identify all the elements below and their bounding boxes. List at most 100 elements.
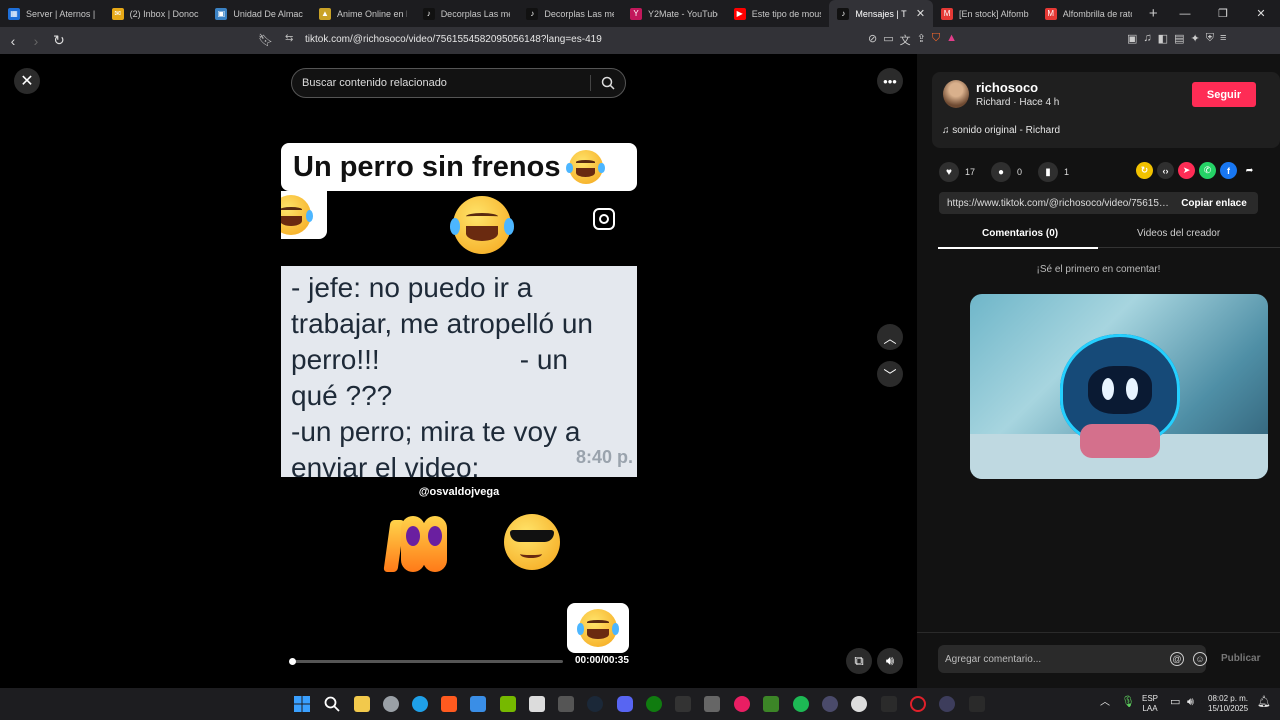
microphone-icon[interactable]: 🎙︎ [1121, 697, 1135, 708]
close-window-button[interactable]: ✕ [1242, 0, 1280, 27]
site-info-icon[interactable]: ⇆ [285, 33, 293, 44]
music-info[interactable]: ♫ sonido original - Richard [942, 125, 1060, 136]
repost-icon[interactable]: ↻ [1136, 162, 1153, 179]
search-icon[interactable] [601, 76, 615, 90]
brave-shield-icon[interactable]: ⛉ [932, 32, 940, 48]
spotify-icon[interactable] [793, 696, 809, 712]
mention-icon[interactable]: @ [1170, 652, 1184, 666]
reader-off-icon[interactable]: ⊘ [868, 32, 877, 48]
speaker-icon[interactable]: 🔊︎ [1187, 697, 1194, 708]
taskbar-search-icon[interactable] [324, 696, 340, 712]
unity-icon[interactable] [704, 696, 720, 712]
copy-link-button[interactable]: Copiar enlace [1170, 192, 1258, 214]
tray-overflow-icon[interactable]: ︿ [1100, 698, 1110, 708]
search-input[interactable]: Buscar contenido relacionado [291, 68, 626, 98]
close-icon[interactable]: ✕ [14, 68, 40, 94]
brave-icon[interactable] [441, 696, 457, 712]
clock[interactable]: 08:02 p. m. 15/10/2025 [1208, 694, 1248, 714]
bookmark-icon[interactable]: 🔖︎ [258, 33, 273, 47]
nvidia-app-icon[interactable] [969, 696, 985, 712]
menu-icon[interactable]: ≡ [1220, 32, 1226, 45]
browser-tab[interactable]: ♪ Decorplas Las mejo [518, 0, 622, 27]
steam-icon[interactable] [587, 696, 603, 712]
url-field[interactable]: tiktok.com/@richosoco/video/756155458209… [305, 34, 602, 45]
maximize-button[interactable]: ❐ [1204, 0, 1242, 27]
progress-handle[interactable] [289, 658, 296, 665]
follow-button[interactable]: Seguir [1192, 82, 1256, 107]
wallet-icon[interactable]: ▤ [1174, 32, 1184, 45]
details-panel: richosoco Richard · Hace 4 h Seguir ♫ so… [917, 54, 1280, 688]
browser-tab[interactable]: ♪ Decorplas Las mejo [415, 0, 519, 27]
bookmark-save-icon[interactable]: ▮ [1038, 162, 1059, 182]
notifications-icon[interactable]: 🔔︎ [1257, 697, 1271, 708]
more-options-icon[interactable]: ••• [877, 68, 903, 94]
video-link-text[interactable]: https://www.tiktok.com/@richosoco/video/… [947, 198, 1169, 209]
media-player-icon[interactable] [734, 696, 750, 712]
browser-tab[interactable]: ▣ Unidad De Almacena [207, 0, 311, 27]
whatsapp-icon[interactable]: ✆ [1199, 162, 1216, 179]
minecraft-icon[interactable] [763, 696, 779, 712]
publish-button[interactable]: Publicar [1221, 653, 1260, 664]
share-page-icon[interactable]: ⇪ [917, 32, 926, 48]
picture-in-picture-icon[interactable]: ⧉ [846, 648, 872, 674]
rewards-icon[interactable]: ▲ [946, 32, 957, 48]
window-controls: — ❐ ✕ [1166, 0, 1280, 27]
file-explorer-icon[interactable] [354, 696, 370, 712]
video-player[interactable]: Un perro sin frenos - jefe: no puedo ir … [281, 54, 637, 688]
edge-icon[interactable] [412, 696, 428, 712]
cast-icon[interactable]: ▭ [883, 32, 893, 48]
browser-tab[interactable]: ✉ (2) Inbox | Donoclip [104, 0, 208, 27]
previous-video-icon[interactable]: ︿ [877, 324, 903, 350]
browser-tab[interactable]: ▦ Server | Aternos | Fr [0, 0, 104, 27]
forward-icon[interactable]: › [26, 31, 46, 51]
music-icon[interactable]: ♫ [1143, 32, 1151, 45]
tiktok-app-icon[interactable] [675, 696, 691, 712]
avatar[interactable] [943, 80, 969, 108]
obs-icon[interactable] [851, 696, 867, 712]
browser-tab[interactable]: ▶ Este tipo de mouse [726, 0, 830, 27]
vpn-icon[interactable]: ⛨ [1206, 32, 1214, 45]
comment-input[interactable]: Agregar comentario... @ ☺ [938, 645, 1207, 673]
new-tab-button[interactable]: + [1140, 5, 1166, 22]
tab-close-icon[interactable]: ✕ [916, 7, 925, 20]
reload-icon[interactable]: ↻ [49, 31, 69, 51]
sidebar-icon[interactable]: ◧ [1158, 32, 1168, 45]
embed-icon[interactable]: ‹› [1157, 162, 1174, 179]
video-progress-bar[interactable] [289, 658, 563, 665]
volume-icon[interactable]: 🔊︎ [877, 648, 903, 674]
store-icon[interactable] [529, 696, 545, 712]
facebook-icon[interactable]: f [1220, 162, 1237, 179]
browser-tab[interactable]: M [En stock] Alfombr [933, 0, 1037, 27]
like-heart-icon[interactable]: ♥ [939, 162, 959, 182]
media-icon[interactable]: ▣ [1127, 32, 1137, 45]
send-icon[interactable]: ➤ [1178, 162, 1195, 179]
windows-start-icon[interactable] [294, 696, 310, 712]
share-icon[interactable]: ➦ [1241, 162, 1258, 179]
settings-app-icon[interactable] [383, 696, 399, 712]
epic-games-icon[interactable] [558, 696, 574, 712]
nvidia-icon[interactable] [500, 696, 516, 712]
creator-username[interactable]: richosoco [976, 80, 1038, 95]
translate-icon[interactable]: 文 [900, 32, 911, 48]
browser-tab[interactable]: ▲ Anime Online en HD [311, 0, 415, 27]
tab-comments[interactable]: Comentarios (0) [982, 228, 1058, 239]
leo-icon[interactable]: ✦ [1190, 32, 1199, 45]
browser-tab[interactable]: ♪ Mensajes | T ✕ [829, 0, 934, 27]
browser-tab[interactable]: M Alfombrilla de ratón [1037, 0, 1141, 27]
photos-icon[interactable] [470, 696, 486, 712]
next-video-icon[interactable]: ﹀ [877, 361, 903, 387]
tab-creator-videos[interactable]: Videos del creador [1137, 228, 1220, 239]
audio-app-icon[interactable] [822, 696, 838, 712]
browser-tab[interactable]: Y Y2Mate - YouTube t [622, 0, 726, 27]
discord-icon[interactable] [617, 696, 633, 712]
xbox-icon[interactable] [646, 696, 662, 712]
back-icon[interactable]: ‹ [3, 31, 23, 51]
emoji-picker-icon[interactable]: ☺ [1193, 652, 1207, 666]
4k-downloader-icon[interactable] [939, 696, 955, 712]
opera-icon[interactable] [910, 696, 926, 712]
comment-icon[interactable]: ● [991, 162, 1012, 182]
terminal-icon[interactable] [881, 696, 897, 712]
minimize-button[interactable]: — [1166, 0, 1204, 27]
language-indicator[interactable]: ESP LAA [1142, 694, 1158, 714]
network-icon[interactable]: ▭ [1170, 697, 1180, 708]
